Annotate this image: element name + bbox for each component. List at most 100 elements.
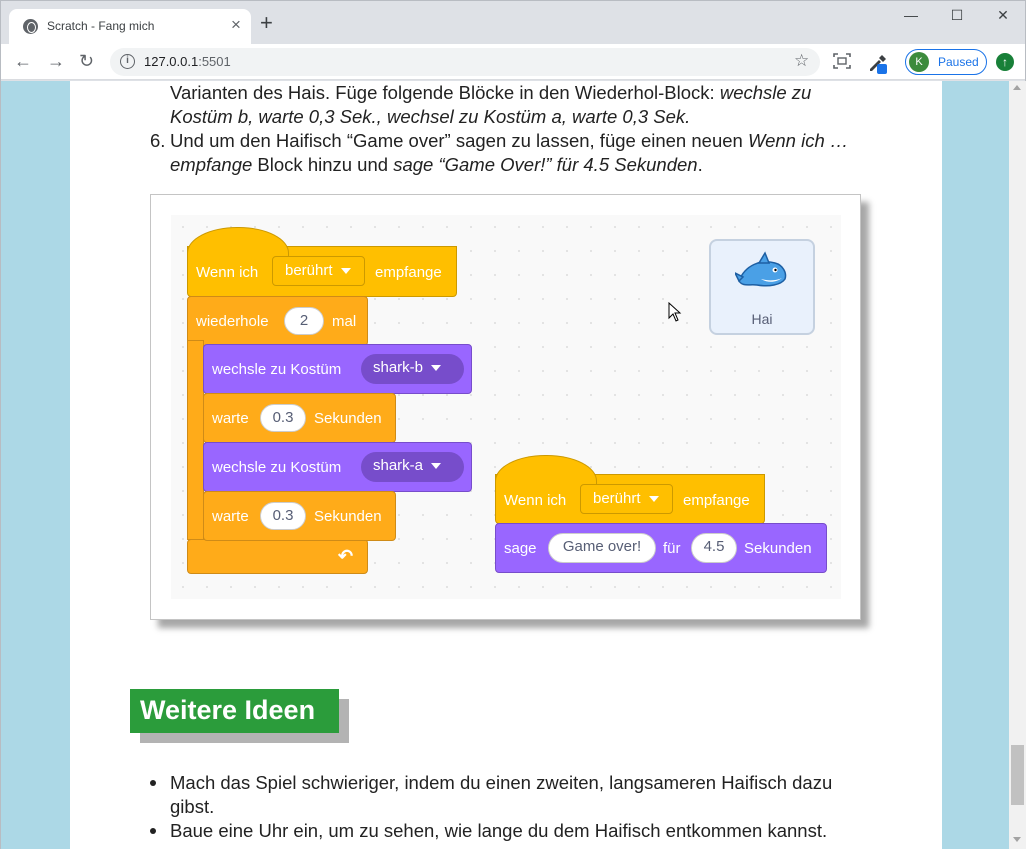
screen-capture-icon[interactable]	[833, 53, 851, 73]
repeat-block-arm	[187, 340, 204, 540]
scroll-up-arrow-icon[interactable]	[1013, 85, 1021, 90]
browser-toolbar: ← → ↻ i 127.0.0.1:5501 ☆ K Paused ↑	[1, 44, 1025, 80]
browser-tab[interactable]: Scratch - Fang mich ×	[9, 9, 251, 45]
repeat-times-label: mal	[332, 313, 357, 330]
vertical-scrollbar[interactable]	[1009, 81, 1026, 849]
costume-dropdown-b[interactable]: shark-b	[361, 354, 464, 384]
step6-text: Und um den Haifisch “Game over” sagen zu…	[170, 130, 748, 151]
close-window-button[interactable]: ✕	[980, 7, 1026, 27]
sprite-tile-hai[interactable]: Hai	[709, 239, 815, 335]
step5-line2: Kostüm b, warte 0,3 Sek., wechsel zu Kos…	[170, 105, 690, 129]
article-page: Varianten des Hais. Füge folgende Blöcke…	[70, 81, 942, 849]
wait-label-1: warte	[212, 410, 249, 427]
wait-unit-label-1: Sekunden	[314, 410, 382, 427]
bullet-dot	[150, 828, 156, 834]
update-arrow-icon[interactable]: ↑	[996, 53, 1014, 71]
say-for-secs-block: sage Game over! für 4.5 Sekunden	[495, 523, 827, 573]
info-icon[interactable]: i	[120, 54, 135, 69]
hat-receive-label: empfange	[375, 264, 442, 281]
maximize-button[interactable]: ☐	[934, 7, 980, 27]
back-arrow-icon[interactable]: ←	[14, 50, 32, 72]
switch-costume-block-a: wechsle zu Kostüm shark-a	[203, 442, 472, 492]
minimize-button[interactable]: —	[888, 7, 934, 27]
step6-period: .	[697, 154, 703, 175]
page-viewport: Varianten des Hais. Füge folgende Blöcke…	[1, 81, 1009, 849]
new-tab-button[interactable]: +	[260, 12, 273, 34]
bullet-2-line1: Baue eine Uhr ein, um zu sehen, wie lang…	[170, 820, 828, 841]
step5-text: Varianten des Hais. Füge folgende Blöcke…	[170, 82, 720, 103]
eyedropper-extension-icon[interactable]	[867, 52, 889, 78]
costume-dropdown-a[interactable]: shark-a	[361, 452, 464, 482]
scratch-screenshot-figure: Wenn ich berührt empfange wiederhole 2 m…	[150, 194, 861, 620]
url-host: 127.0.0.1	[144, 54, 199, 69]
url-port: :5501	[198, 54, 231, 69]
scroll-down-arrow-icon[interactable]	[1013, 837, 1021, 842]
bullet-1-line1: Mach das Spiel schwieriger, indem du ein…	[170, 772, 833, 793]
step6-italic-a: empfange	[170, 154, 253, 175]
profile-status: Paused	[938, 55, 979, 69]
costume-b-value: shark-b	[373, 359, 424, 376]
section-heading-text: Weitere Ideen	[140, 695, 316, 725]
step6-line2: empfange Block hinzu und sage “Game Over…	[170, 153, 703, 177]
hat-when-label-2: Wenn ich	[504, 492, 567, 509]
touched-dropdown-2[interactable]: berührt	[580, 484, 673, 514]
dropdown-arrow-icon	[431, 463, 442, 470]
for-value-input[interactable]: 4.5	[691, 533, 737, 563]
for-unit-label: Sekunden	[744, 540, 812, 557]
address-bar[interactable]: i 127.0.0.1:5501 ☆	[110, 48, 820, 76]
step5-italic: wechsle zu	[719, 82, 812, 103]
repeat-count-input[interactable]: 2	[284, 307, 324, 335]
dropdown-arrow-icon	[648, 496, 659, 503]
wait-block-2: warte 0.3 Sekunden	[203, 491, 396, 541]
hat-receive-label-2: empfange	[683, 492, 750, 509]
when-receive-hat-block: Wenn ich berührt empfange	[187, 227, 457, 297]
forward-arrow-icon[interactable]: →	[47, 50, 65, 72]
say-text-input[interactable]: Game over!	[548, 533, 656, 563]
bookmark-star-icon[interactable]: ☆	[794, 51, 809, 71]
say-label: sage	[504, 540, 537, 557]
step6-italic: Wenn ich …	[747, 130, 849, 151]
repeat-block-bottom: ↶	[187, 539, 368, 574]
touched-dropdown-value-2: berührt	[593, 490, 641, 507]
costume-label-b: wechsle zu Kostüm	[212, 361, 342, 378]
bullet-dot	[150, 780, 156, 786]
when-receive-hat-block-2: Wenn ich berührt empfange	[495, 455, 765, 524]
step5-italic-line2: Kostüm b, warte 0,3 Sek., wechsel zu Kos…	[170, 106, 691, 127]
step6-italic-b: sage “Game Over!” für 4.5 Sekunden	[393, 154, 698, 175]
bullet-1-line2: gibst.	[170, 796, 215, 817]
switch-costume-block-b: wechsle zu Kostüm shark-b	[203, 344, 472, 394]
costume-label-a: wechsle zu Kostüm	[212, 459, 342, 476]
url-text[interactable]: 127.0.0.1:5501	[144, 54, 231, 69]
hat-when-label: Wenn ich	[196, 264, 259, 281]
touched-dropdown[interactable]: berührt	[272, 256, 365, 286]
wait-unit-label-2: Sekunden	[314, 508, 382, 525]
step6-text-2: Block hinzu und	[252, 154, 394, 175]
wait-value-input-2[interactable]: 0.3	[260, 502, 306, 530]
wait-label-2: warte	[212, 508, 249, 525]
touched-dropdown-value: berührt	[285, 262, 333, 279]
profile-button[interactable]: K Paused	[905, 49, 987, 75]
avatar: K	[909, 52, 929, 72]
reload-icon[interactable]: ↻	[79, 50, 94, 72]
repeat-label: wiederhole	[196, 313, 269, 330]
scrollbar-thumb[interactable]	[1011, 745, 1024, 805]
tab-bar: Scratch - Fang mich × + — ☐ ✕	[1, 1, 1026, 45]
mouse-cursor-icon	[668, 302, 682, 322]
browser-window: Scratch - Fang mich × + — ☐ ✕ ← → ↻ i 12…	[0, 0, 1026, 849]
step5-line1: Varianten des Hais. Füge folgende Blöcke…	[170, 81, 811, 105]
scratch-code-area: Wenn ich berührt empfange wiederhole 2 m…	[171, 215, 841, 599]
tab-title: Scratch - Fang mich	[47, 19, 155, 33]
for-label: für	[663, 540, 681, 557]
shark-sprite-icon	[735, 251, 787, 287]
costume-a-value: shark-a	[373, 457, 424, 474]
dropdown-arrow-icon	[431, 365, 442, 372]
repeat-block-top: wiederhole 2 mal	[187, 296, 368, 346]
globe-icon	[23, 19, 38, 34]
tab-close-icon[interactable]: ×	[231, 16, 241, 33]
wait-value-input-1[interactable]: 0.3	[260, 404, 306, 432]
wait-block-1: warte 0.3 Sekunden	[203, 393, 396, 443]
step6-number: 6.	[150, 130, 166, 151]
step6-line1: Und um den Haifisch “Game over” sagen zu…	[170, 129, 848, 153]
sprite-name: Hai	[751, 311, 773, 327]
dropdown-arrow-icon	[340, 268, 351, 275]
